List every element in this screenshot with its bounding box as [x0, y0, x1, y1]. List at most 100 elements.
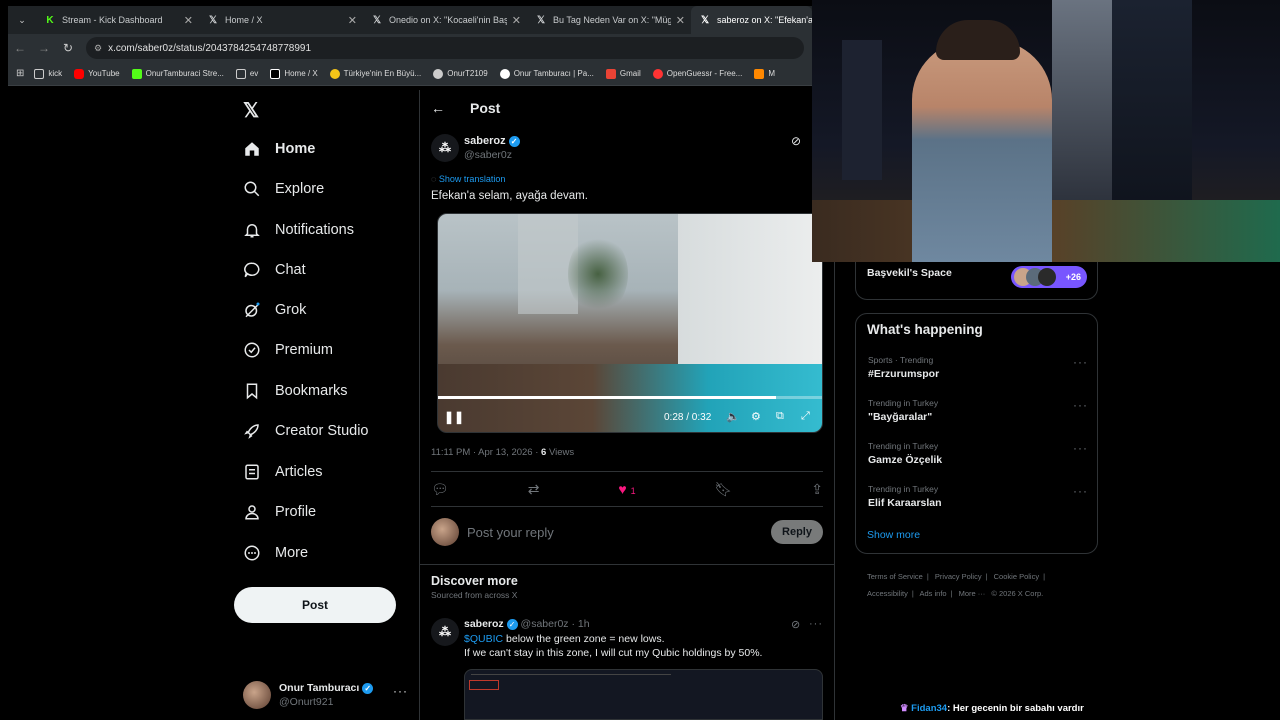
copyright: © 2026 X Corp. [991, 589, 1044, 598]
sidebar-item-profile[interactable]: Profile [243, 497, 316, 527]
close-icon[interactable]: ✕ [512, 14, 521, 27]
forward-icon[interactable]: → [32, 41, 56, 55]
tab-home-x[interactable]: 𝕏 Home / X ✕ [199, 6, 363, 34]
sidebar-item-bookmarks[interactable]: Bookmarks [243, 376, 348, 406]
back-arrow-icon[interactable]: ← [431, 100, 445, 116]
back-icon[interactable]: ← [8, 41, 32, 55]
post-author-handle[interactable]: @saber0z [464, 149, 512, 161]
bookmark-gmail[interactable]: Gmail [605, 68, 641, 79]
sidebar-item-articles[interactable]: Articles [243, 457, 323, 487]
reply-icon[interactable]: 💬︎ [431, 481, 449, 498]
bookmark-ev[interactable]: ev [235, 68, 258, 79]
chart-screenshot-image[interactable] [464, 669, 823, 720]
post-actions: 💬︎ ⇄ ♥ 1 🔖︎ ⇪ [431, 478, 823, 500]
trend-item[interactable]: Sports · Trending #Erzurumspor ··· [868, 355, 1088, 380]
video-player[interactable]: ❚❚ 0:28 / 0:32 🔈 ⚙ ⧉ ⤢ [437, 213, 823, 433]
folder-icon [34, 68, 45, 79]
kick-icon [131, 68, 142, 79]
trend-item[interactable]: Trending in Turkey Elif Karaarslan ··· [868, 484, 1088, 509]
discover-subtitle: Sourced from across X [431, 590, 518, 600]
account-name: Onur Tamburacı [279, 682, 360, 694]
footer-link[interactable]: Accessibility [867, 589, 908, 598]
sidebar-item-creator-studio[interactable]: Creator Studio [243, 416, 369, 446]
footer-link[interactable]: Terms of Service [867, 572, 923, 581]
sidebar-item-home[interactable]: Home [243, 134, 315, 164]
streamer-image [912, 40, 1052, 262]
fullscreen-icon[interactable]: ⤢ [801, 410, 810, 423]
volume-icon[interactable]: 🔈 [726, 410, 740, 423]
footer-link[interactable]: Ads info [919, 589, 946, 598]
url-field[interactable]: ⚙ x.com/saber0z/status/20437842547487789… [86, 37, 804, 59]
pip-icon[interactable]: ⧉ [776, 410, 784, 423]
bookmark-onurtamburaci-stream[interactable]: OnurTamburaci Stre... [131, 68, 224, 79]
bell-icon [244, 224, 260, 238]
more-dots-icon[interactable]: ··· [1073, 441, 1088, 455]
tab-kick-dashboard[interactable]: K Stream - Kick Dashboard ✕ [36, 6, 199, 34]
page-title: Post [470, 100, 501, 116]
sidebar-item-explore[interactable]: Explore [243, 174, 324, 204]
more-dots-icon[interactable]: ··· [1073, 355, 1088, 369]
post-author-name[interactable]: saberoz ✓ [464, 135, 520, 147]
bookmark-openguessr[interactable]: OpenGuessr - Free... [652, 68, 742, 79]
post-button[interactable]: Post [234, 587, 396, 623]
bookmark-onurt2109[interactable]: OnurT2109 [433, 68, 488, 79]
pause-icon[interactable]: ❚❚ [444, 410, 464, 424]
account-switcher[interactable]: Onur Tamburacı ✓ @Onurt921 ··· [243, 680, 408, 710]
reply-input[interactable]: Post your reply [467, 525, 554, 540]
trend-item[interactable]: Trending in Turkey Gamze Özçelik ··· [868, 441, 1088, 466]
show-translation-link[interactable]: ◌ Show translation [431, 174, 505, 184]
grok-explain-icon[interactable]: ⊘ [791, 618, 800, 631]
sidebar-item-grok[interactable]: Grok [243, 295, 306, 325]
tab-list-button[interactable]: ⌄ [8, 6, 36, 34]
close-icon[interactable]: ✕ [348, 14, 357, 27]
tweet-author-avatar[interactable]: ⁂ [431, 618, 459, 646]
footer-link[interactable]: Privacy Policy [935, 572, 982, 581]
like-button[interactable]: ♥ 1 [618, 481, 635, 497]
chart-toolbar-image [471, 674, 671, 675]
sidebar-item-more[interactable]: More [243, 538, 308, 568]
bookmark-kick[interactable]: kick [34, 68, 62, 79]
chevron-down-icon: ⌄ [18, 14, 26, 25]
sidebar-item-premium[interactable]: Premium [243, 335, 333, 365]
trend-item[interactable]: Trending in Turkey "Bayğaralar" ··· [868, 398, 1088, 423]
sidebar-item-notifications[interactable]: Notifications [243, 215, 354, 245]
grok-explain-icon[interactable]: ⊘ [791, 134, 801, 148]
tab-bu-tag[interactable]: 𝕏 Bu Tag Neden Var on X: "Müge ✕ [527, 6, 691, 34]
show-more-link[interactable]: Show more [867, 529, 920, 541]
reply-button[interactable]: Reply [771, 520, 823, 544]
bookmark-icon[interactable]: 🔖︎ [715, 481, 733, 498]
sidebar-item-chat[interactable]: Chat [243, 255, 306, 285]
chat-username[interactable]: Fidan34 [911, 703, 947, 714]
bookmark-turkiye[interactable]: Türkiye'nin En Büyü... [329, 68, 421, 79]
repost-icon[interactable]: ⇄ [528, 481, 540, 498]
bookmark-home-x[interactable]: Home / X [270, 68, 318, 79]
more-dots-icon[interactable]: ··· [809, 618, 823, 630]
home-icon [245, 142, 259, 156]
chart-marker-image [469, 680, 499, 690]
footer-link[interactable]: Cookie Policy [994, 572, 1039, 581]
more-dots-icon[interactable]: ··· [393, 684, 408, 698]
close-icon[interactable]: ✕ [184, 14, 193, 27]
tower-image [1112, 0, 1192, 220]
site-settings-icon[interactable]: ⚙ [94, 43, 102, 54]
footer-link[interactable]: More ··· [959, 589, 986, 598]
close-icon[interactable]: ✕ [676, 14, 685, 27]
bookmark-youtube[interactable]: YouTube [74, 68, 120, 79]
post-author-avatar[interactable]: ⁂ [431, 134, 459, 162]
tab-saberoz[interactable]: 𝕏 saberoz on X: "Efekan'a se [691, 6, 812, 34]
streamer-hair-image [936, 20, 1020, 60]
tab-onedio[interactable]: 𝕏 Onedio on X: "Kocaeli'nin Başın ✕ [363, 6, 527, 34]
reload-icon[interactable]: ↻ [56, 41, 80, 55]
space-card[interactable]: Başvekil's Space +26 [855, 262, 1098, 300]
more-dots-icon[interactable]: ··· [1073, 484, 1088, 498]
settings-gear-icon[interactable]: ⚙ [751, 410, 761, 423]
share-icon[interactable]: ⇪ [811, 481, 823, 498]
video-time: 0:28 / 0:32 [664, 412, 712, 423]
video-progress-track[interactable] [438, 396, 822, 399]
account-handle: @Onurt921 [279, 696, 334, 708]
apps-grid-icon[interactable]: ⊞ [16, 68, 24, 79]
more-dots-icon[interactable]: ··· [1073, 398, 1088, 412]
bookmark-patreon[interactable]: Onur Tamburacı | Pa... [499, 68, 594, 79]
bookmark-m[interactable]: M [754, 68, 775, 79]
x-logo-icon[interactable]: 𝕏 [243, 98, 259, 123]
